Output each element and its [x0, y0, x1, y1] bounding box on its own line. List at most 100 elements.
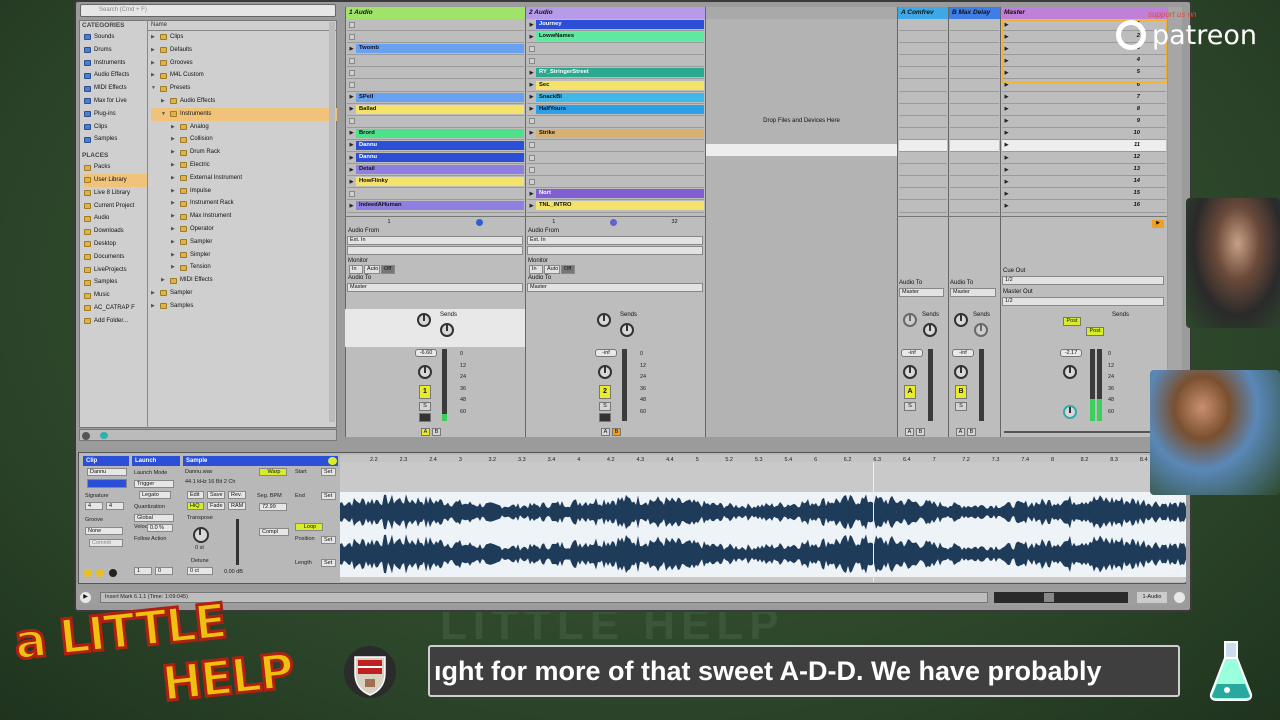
clip-stop-icon[interactable]	[349, 190, 355, 197]
warp-mode-select[interactable]: Compl	[259, 528, 289, 536]
legato-button[interactable]: Legato	[139, 491, 171, 499]
clips_t2-clip-slot[interactable]: ▶ SnackBl	[527, 92, 704, 104]
clips_t1-clip-slot[interactable]	[347, 31, 524, 44]
category-2[interactable]: Instruments	[84, 57, 147, 70]
clips_t1-clip-slot[interactable]: ▶ Dannu	[347, 140, 524, 153]
clip-stop-icon[interactable]	[349, 33, 355, 40]
gain-slider[interactable]	[236, 519, 239, 565]
clips_t2-clip-slot[interactable]	[527, 152, 704, 165]
master-out-select[interactable]: 1/2	[1002, 297, 1164, 306]
scene-launch-icon[interactable]: ▶	[1002, 202, 1011, 210]
clip-stop-icon[interactable]	[349, 21, 355, 28]
clip-play-icon[interactable]: ▶	[527, 202, 536, 210]
signature-numerator[interactable]: 4	[85, 502, 103, 510]
clip-stop-icon[interactable]	[349, 118, 355, 125]
monitor-off-button-2[interactable]: Off	[561, 265, 575, 274]
expand-icon[interactable]: ▼	[161, 108, 167, 121]
clips_t1-clip-slot[interactable]	[347, 79, 524, 92]
category-7[interactable]: Clips	[84, 121, 147, 134]
expand-icon[interactable]: ▶	[151, 44, 157, 57]
clips_t1-clip-slot[interactable]: ▶ Detail	[347, 164, 524, 177]
expand-icon[interactable]: ▶	[171, 172, 177, 185]
clip-play-icon[interactable]: ▶	[527, 105, 536, 113]
scene-launch-icon[interactable]: ▶	[1002, 81, 1011, 89]
track-2-output-select[interactable]: Master	[527, 283, 703, 292]
browser-item-12[interactable]: ▶ Impulse	[151, 185, 337, 198]
return-b-activator[interactable]: B	[955, 385, 967, 399]
track-2-title[interactable]: 2 Audio	[526, 7, 705, 19]
track-1-volume-value[interactable]: -6.60	[415, 349, 437, 357]
return-a-xfade-b[interactable]: B	[916, 428, 925, 436]
track-2-input-select[interactable]: Ext. In	[527, 236, 703, 245]
clip-play-icon[interactable]: ▶	[527, 93, 536, 101]
scene-13[interactable]: ▶ 13	[1002, 164, 1166, 177]
detune-field[interactable]: 0 ct	[187, 567, 213, 575]
monitor-in-button[interactable]: In	[349, 265, 363, 274]
expand-icon[interactable]: ▶	[171, 236, 177, 249]
start-set-button[interactable]: Set	[321, 468, 336, 476]
expand-icon[interactable]: ▶	[171, 185, 177, 198]
track-2-activator[interactable]: 2	[599, 385, 611, 399]
clips_t1-clip-slot[interactable]: ▶ HowFlinky	[347, 176, 524, 189]
scene-12[interactable]: ▶ 12	[1002, 152, 1166, 165]
category-8[interactable]: Samples	[84, 133, 147, 146]
place-5[interactable]: Downloads	[84, 225, 147, 238]
category-1[interactable]: Drums	[84, 44, 147, 57]
browser-item-21[interactable]: ▶ Samples	[151, 300, 337, 313]
expand-icon[interactable]: ▶	[171, 223, 177, 236]
sidebar-toggle-icon[interactable]	[82, 432, 90, 440]
clips_t2-clip-slot[interactable]: ▶ Journey	[527, 19, 704, 32]
scene-5[interactable]: ▶ 5	[1002, 67, 1166, 80]
scene-launch-icon[interactable]: ▶	[1002, 141, 1011, 149]
return-b-send-a[interactable]	[954, 313, 968, 327]
expand-icon[interactable]: ▶	[161, 95, 167, 108]
crossfader[interactable]	[1004, 431, 1154, 433]
drop-area[interactable]: Drop Files and Devices Here	[705, 7, 897, 437]
clips_t2-clip-slot[interactable]: ▶ TNL_INTRO	[527, 200, 704, 213]
expand-icon[interactable]: ▶	[161, 274, 167, 287]
browser-item-20[interactable]: ▶ Sampler	[151, 287, 337, 300]
waveform-display[interactable]: 1/8	[340, 462, 1186, 582]
place-12[interactable]: Add Folder...	[84, 315, 147, 328]
browser-item-2[interactable]: ▶ Grooves	[151, 57, 337, 70]
follow-b-field[interactable]: 0	[155, 567, 173, 575]
place-11[interactable]: AC_CATRAP F	[84, 302, 147, 315]
browser-item-7[interactable]: ▶ Analog	[151, 121, 337, 134]
clips_t2-clip-slot[interactable]: ▶ HalfYours	[527, 104, 704, 116]
send-b-knob-2[interactable]	[620, 323, 634, 337]
track-1-output-select[interactable]: Master	[347, 283, 523, 292]
sample-settings-icon[interactable]	[328, 457, 337, 465]
track-1-input-select[interactable]: Ext. In	[347, 236, 523, 245]
place-7[interactable]: Documents	[84, 251, 147, 264]
return-b-title[interactable]: B Max Delay	[949, 7, 1000, 19]
clips_t2-clip-slot[interactable]	[527, 164, 704, 177]
send-b-knob[interactable]	[440, 323, 454, 337]
clip-play-icon[interactable]: ▶	[527, 129, 536, 137]
launch-tab[interactable]: Launch	[132, 456, 180, 466]
clips_t2-clip-slot[interactable]: ▶ Nort	[527, 188, 704, 201]
clip-play-icon[interactable]: ▶	[527, 33, 536, 41]
expand-icon[interactable]: ▶	[171, 159, 177, 172]
expand-icon[interactable]: ▼	[151, 82, 157, 95]
clips_t1-clip-slot[interactable]: ▶ SPell	[347, 92, 524, 104]
cue-out-select[interactable]: 1/2	[1002, 276, 1164, 285]
browser-item-18[interactable]: ▶ Tension	[151, 261, 337, 274]
browser-item-13[interactable]: ▶ Instrument Rack	[151, 197, 337, 210]
clips_t1-clip-slot[interactable]	[347, 67, 524, 80]
return-b-xfade-b[interactable]: B	[967, 428, 976, 436]
scene-16[interactable]: ▶ 16	[1002, 200, 1166, 213]
category-5[interactable]: Max for Live	[84, 95, 147, 108]
scene-11[interactable]: ▶ 11	[1002, 139, 1166, 153]
loop-button[interactable]: Loop	[295, 523, 323, 531]
scene-launch-icon[interactable]: ▶	[1002, 69, 1011, 77]
track-2-pan-knob[interactable]	[598, 365, 612, 379]
monitor-auto-button-2[interactable]: Auto	[544, 265, 560, 274]
place-10[interactable]: Music	[84, 289, 147, 302]
scene-launch-icon[interactable]: ▶	[1002, 57, 1011, 65]
clip-play-icon[interactable]: ▶	[347, 141, 356, 149]
clip-stop-icon[interactable]	[529, 154, 535, 161]
scene-7[interactable]: ▶ 7	[1002, 92, 1166, 104]
scene-launch-icon[interactable]: ▶	[1002, 93, 1011, 101]
place-1[interactable]: User Library	[84, 173, 147, 187]
category-6[interactable]: Plug-ins	[84, 108, 147, 121]
